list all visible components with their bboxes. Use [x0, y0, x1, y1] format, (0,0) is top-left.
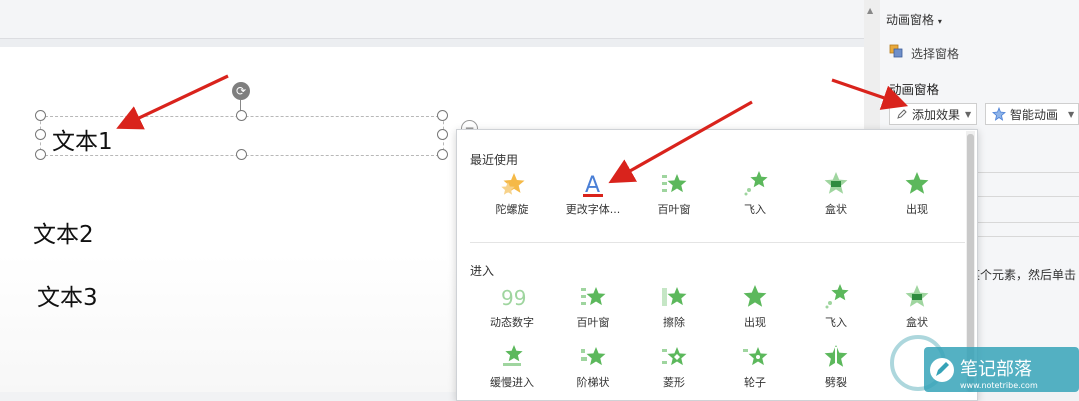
box-star-icon [903, 283, 931, 311]
panel-hint-text: 某个元素，然后单击 [968, 268, 1077, 282]
effect-item[interactable]: 99 动态数字 [470, 283, 554, 330]
effect-item[interactable]: 缓慢进入 [470, 343, 554, 390]
effect-label: 出现 [906, 203, 928, 216]
effect-item[interactable]: 百叶窗 [551, 283, 635, 330]
effect-item[interactable]: 劈裂 [794, 343, 878, 390]
effect-label: 擦除 [663, 316, 685, 329]
effect-item[interactable]: 擦除 [632, 283, 716, 330]
rotate-handle-icon[interactable]: ⟳ [232, 82, 250, 100]
slide-text-1[interactable]: 文本1 [52, 122, 113, 156]
effect-item[interactable]: 飞入 [794, 283, 878, 330]
dropdown-divider [470, 242, 965, 243]
slow-enter-star-icon [498, 343, 526, 371]
panel-divider [968, 222, 1079, 223]
effect-label: 动态数字 [490, 316, 534, 329]
font-change-icon: A [579, 170, 607, 198]
blinds-star-icon [660, 170, 688, 198]
dynamic-number-icon: 99 [498, 283, 526, 311]
diamond-star-icon [660, 343, 688, 371]
effect-item[interactable]: 出现 [713, 283, 797, 330]
effect-label: 飞入 [825, 316, 847, 329]
effect-label: 百叶窗 [576, 316, 610, 329]
effect-item[interactable]: 阶梯状 [551, 343, 635, 390]
effect-label: 轮子 [744, 376, 766, 389]
select-pane-link[interactable]: 选择窗格 [911, 45, 959, 62]
svg-text:99: 99 [501, 286, 526, 310]
effect-item[interactable]: 出现 [875, 170, 959, 217]
chevron-down-icon: ▼ [965, 109, 972, 119]
panel-divider [968, 236, 1079, 237]
effect-item[interactable]: 轮子 [713, 343, 797, 390]
effect-label: 劈裂 [825, 376, 847, 389]
watermark: 笔记部落 www.notetribe.com [890, 335, 1079, 392]
effect-label: 更改字体... [565, 203, 621, 216]
fly-in-star-icon [741, 170, 769, 198]
pencil-icon [897, 109, 907, 119]
effect-label: 出现 [744, 316, 766, 329]
effect-item[interactable]: 盒状 [794, 170, 878, 217]
slide-text-2[interactable]: 文本2 [33, 215, 94, 249]
effect-item[interactable]: 飞入 [713, 170, 797, 217]
effect-label: 菱形 [663, 376, 685, 389]
appear-star-icon [903, 170, 931, 198]
panel-divider [968, 172, 1079, 173]
resize-handle[interactable] [35, 129, 46, 140]
select-pane-icon [889, 44, 903, 58]
enter-heading: 进入 [470, 264, 495, 278]
recent-heading: 最近使用 [470, 153, 519, 167]
effect-label: 缓慢进入 [490, 376, 534, 389]
smart-animation-icon [992, 107, 1006, 121]
resize-handle[interactable] [236, 110, 247, 121]
appear-star-icon [741, 283, 769, 311]
effect-label: 百叶窗 [657, 203, 691, 216]
resize-handle[interactable] [35, 149, 46, 160]
resize-handle[interactable] [35, 110, 46, 121]
wheel-star-icon [741, 343, 769, 371]
blinds-star-icon [579, 283, 607, 311]
effect-item[interactable]: 盒状 [875, 283, 959, 330]
scroll-up-arrow-icon[interactable]: ▲ [867, 6, 873, 15]
smart-animation-button[interactable]: 智能动画 ▼ [985, 103, 1079, 125]
effect-item[interactable]: 百叶窗 [632, 170, 716, 217]
stairs-star-icon [579, 343, 607, 371]
effect-label: 阶梯状 [576, 376, 610, 389]
chevron-down-icon: ▼ [1068, 109, 1075, 119]
slide-top-strip [0, 0, 864, 39]
panel-divider [968, 196, 1079, 197]
add-effect-button[interactable]: 添加效果 ▼ [889, 103, 977, 125]
fly-in-star-icon [822, 283, 850, 311]
section-title: 动画窗格 [889, 82, 940, 97]
effect-label: 飞入 [744, 203, 766, 216]
effect-item[interactable]: A 更改字体... [551, 170, 635, 217]
effect-label: 盒状 [825, 203, 847, 216]
box-star-icon [822, 170, 850, 198]
effect-item[interactable]: 菱形 [632, 343, 716, 390]
spin-star-icon [498, 170, 526, 198]
watermark-url: www.notetribe.com [960, 381, 1038, 390]
effect-item[interactable]: 陀螺旋 [470, 170, 554, 217]
watermark-brand: 笔记部落 [960, 359, 1032, 380]
slide-text-3[interactable]: 文本3 [37, 278, 98, 312]
resize-handle[interactable] [437, 149, 448, 160]
resize-handle[interactable] [437, 110, 448, 121]
resize-handle[interactable] [236, 149, 247, 160]
effect-label: 陀螺旋 [495, 203, 529, 216]
wipe-star-icon [660, 283, 688, 311]
split-star-icon [822, 343, 850, 371]
panel-title[interactable]: 动画窗格 ▾ [886, 11, 942, 28]
resize-handle[interactable] [437, 129, 448, 140]
